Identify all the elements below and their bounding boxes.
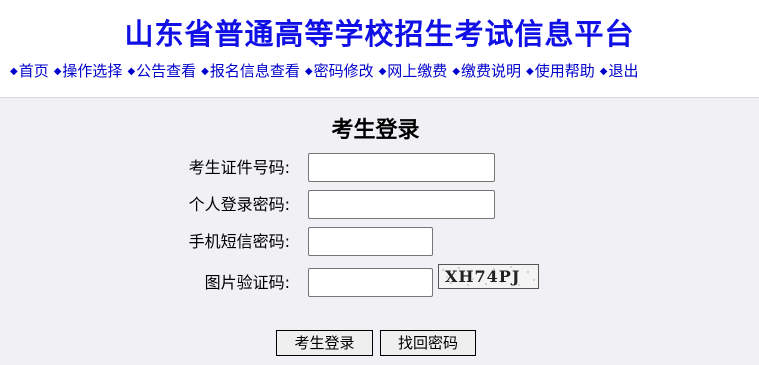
nav-item-help[interactable]: ◆使用帮助	[526, 60, 595, 83]
captcha-label: 图片验证码:	[204, 273, 290, 292]
password-label: 个人登录密码:	[188, 195, 290, 214]
top-nav: ◆首页 ◆操作选择 ◆公告查看 ◆报名信息查看 ◆密码修改 ◆网上缴费 ◆缴费说明 ◆使用帮助…	[10, 60, 643, 83]
login-button[interactable]: 考生登录	[276, 330, 373, 356]
nav-item-operations[interactable]: ◆操作选择	[54, 60, 123, 83]
sms-code-input[interactable]	[308, 227, 433, 256]
nav-item-label: 首页	[18, 62, 49, 80]
nav-item-label: 报名信息查看	[209, 62, 300, 80]
id-number-input[interactable]	[308, 153, 495, 182]
nav-item-announcements[interactable]: ◆公告查看	[127, 60, 196, 83]
nav-item-online-payment[interactable]: ◆网上缴费	[379, 60, 448, 83]
id-number-label: 考生证件号码:	[188, 158, 290, 177]
diamond-icon: ◆	[599, 66, 608, 77]
captcha-input[interactable]	[308, 268, 433, 297]
diamond-icon: ◆	[378, 66, 387, 77]
nav-item-logout[interactable]: ◆退出	[600, 60, 639, 83]
diamond-icon: ◆	[53, 66, 62, 77]
nav-item-registration-info[interactable]: ◆报名信息查看	[201, 60, 300, 83]
site-header: 山东省普通高等学校招生考试信息平台 ◆首页 ◆操作选择 ◆公告查看 ◆报名信息查看 ◆密…	[0, 0, 759, 98]
recover-password-button[interactable]: 找回密码	[380, 330, 476, 356]
nav-item-label: 操作选择	[62, 62, 123, 80]
nav-item-label: 网上缴费	[387, 62, 448, 80]
password-input[interactable]	[308, 190, 495, 219]
nav-item-home[interactable]: ◆首页	[10, 60, 49, 83]
nav-item-label: 密码修改	[313, 62, 374, 80]
nav-item-change-password[interactable]: ◆密码修改	[305, 60, 374, 83]
diamond-icon: ◆	[526, 66, 534, 77]
captcha-image[interactable]: XH74PJ	[438, 264, 539, 289]
nav-item-payment-instructions[interactable]: ◆缴费说明	[452, 60, 521, 83]
login-title: 考生登录	[331, 118, 420, 143]
site-title: 山东省普通高等学校招生考试信息平台	[124, 17, 635, 51]
nav-item-label: 退出	[608, 62, 639, 80]
nav-item-label: 缴费说明	[461, 62, 522, 80]
captcha-text: XH74PJ	[445, 267, 520, 286]
diamond-icon: ◆	[452, 66, 461, 77]
diamond-icon: ◆	[10, 66, 18, 77]
diamond-icon: ◆	[127, 66, 136, 77]
nav-item-label: 使用帮助	[534, 62, 595, 80]
sms-code-label: 手机短信密码:	[188, 232, 290, 251]
diamond-icon: ◆	[304, 66, 313, 77]
diamond-icon: ◆	[201, 66, 209, 77]
nav-item-label: 公告查看	[136, 62, 197, 80]
captcha-noise: XH74PJ	[442, 266, 535, 286]
